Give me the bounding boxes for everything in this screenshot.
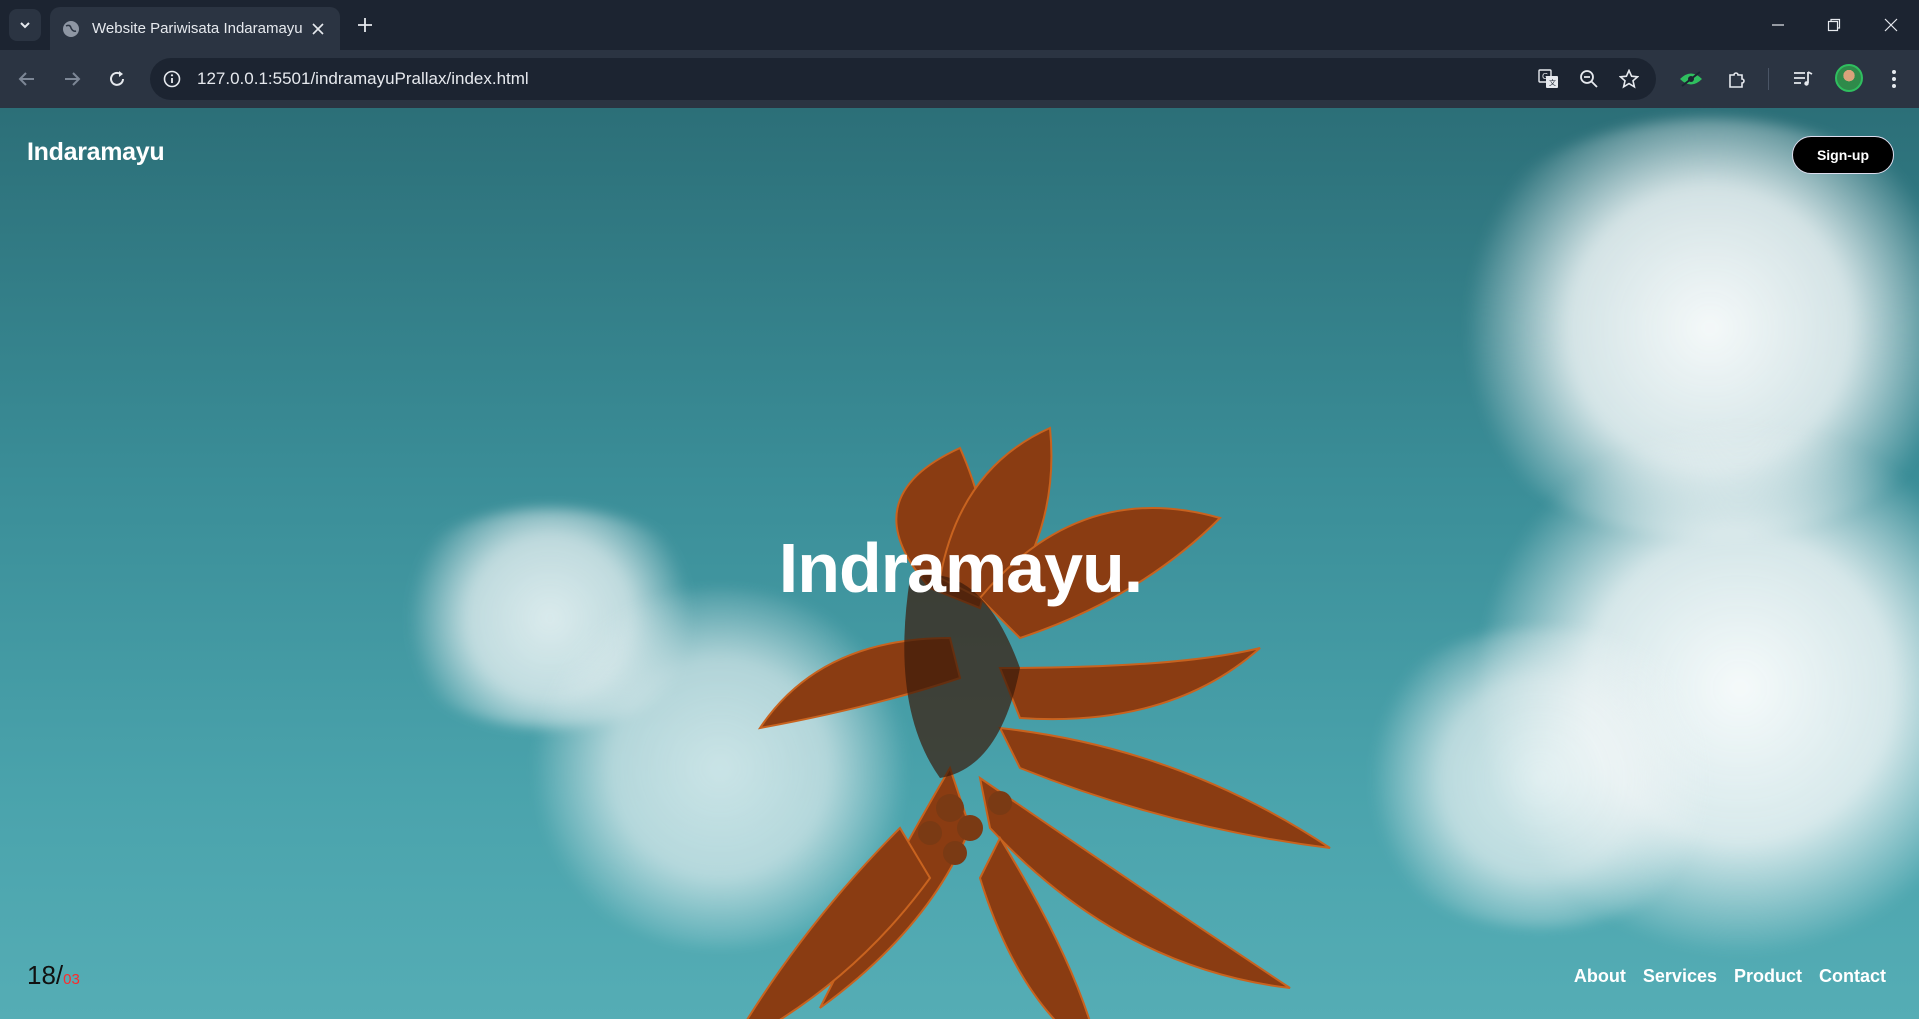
- counter-total: 03: [63, 971, 80, 988]
- window-close-icon[interactable]: [1871, 10, 1911, 40]
- counter-current: 18/: [27, 960, 64, 990]
- active-tab[interactable]: Website Pariwisata Indaramayu: [50, 7, 340, 50]
- puzzle-icon[interactable]: [1722, 64, 1752, 94]
- nav-contact[interactable]: Contact: [1819, 966, 1886, 987]
- tab-title: Website Pariwisata Indaramayu: [92, 20, 303, 37]
- info-icon[interactable]: [160, 67, 184, 91]
- restore-icon[interactable]: [1814, 10, 1854, 40]
- avatar[interactable]: [1835, 64, 1863, 92]
- media-icon[interactable]: [1788, 64, 1818, 94]
- hero-title: Indramayu.: [0, 528, 1919, 608]
- reload-icon[interactable]: [102, 64, 132, 94]
- hero-title-text: Indramayu.: [778, 529, 1143, 607]
- nav-services[interactable]: Services: [1643, 966, 1717, 987]
- translate-icon[interactable]: G文: [1536, 67, 1562, 91]
- kebab-menu-icon[interactable]: [1879, 64, 1909, 94]
- forward-icon[interactable]: [57, 64, 87, 94]
- minimize-icon[interactable]: [1758, 10, 1798, 40]
- back-icon[interactable]: [12, 64, 42, 94]
- slide-counter: 18/03: [27, 960, 80, 991]
- close-icon[interactable]: [308, 19, 328, 39]
- zoom-out-icon[interactable]: [1576, 67, 1602, 91]
- footer-nav: About Services Product Contact: [1574, 966, 1886, 987]
- signup-button[interactable]: Sign-up: [1792, 136, 1894, 174]
- address-bar[interactable]: 127.0.0.1:5501/indramayuPrallax/index.ht…: [150, 58, 1656, 100]
- globe-icon: [63, 20, 79, 37]
- svg-text:G: G: [1542, 72, 1548, 81]
- nav-product[interactable]: Product: [1734, 966, 1802, 987]
- eye-extension-icon[interactable]: [1676, 64, 1706, 94]
- tab-strip: Website Pariwisata Indaramayu: [0, 0, 1919, 50]
- plus-icon[interactable]: [352, 12, 378, 38]
- tab-search-icon[interactable]: [9, 9, 41, 41]
- star-icon[interactable]: [1616, 67, 1642, 91]
- nav-about[interactable]: About: [1574, 966, 1626, 987]
- page-viewport: Indaramayu Sign-up Indramayu. 18/03 Abou…: [0, 108, 1919, 1019]
- site-logo[interactable]: Indaramayu: [27, 138, 165, 167]
- url-text: 127.0.0.1:5501/indramayuPrallax/index.ht…: [197, 69, 529, 88]
- svg-text:文: 文: [1549, 78, 1556, 87]
- palm-tree-image: [746, 426, 1331, 1019]
- toolbar-divider: [1768, 68, 1769, 90]
- browser-toolbar: 127.0.0.1:5501/indramayuPrallax/index.ht…: [0, 50, 1919, 108]
